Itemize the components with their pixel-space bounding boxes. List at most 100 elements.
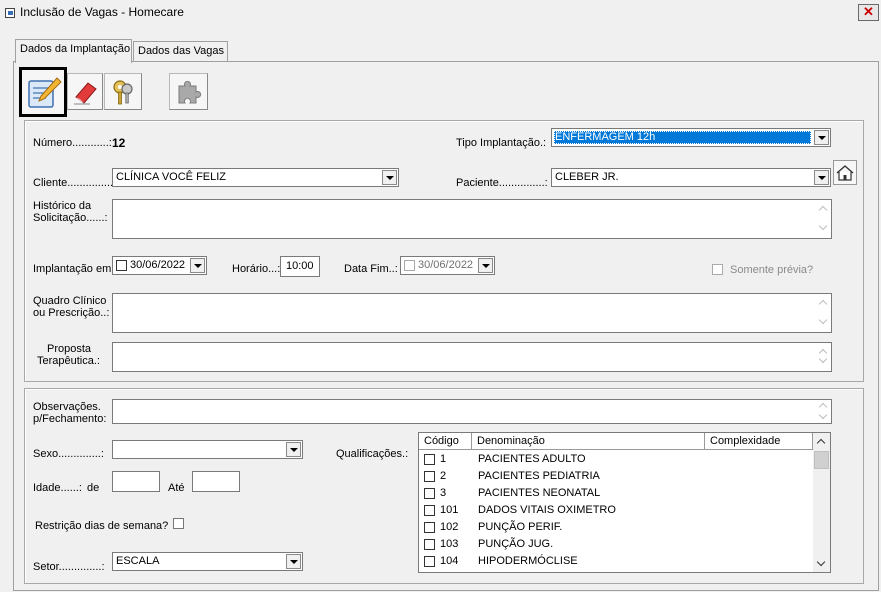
cliente-label: Cliente...............: <box>33 177 117 189</box>
memo-scrollbar[interactable] <box>815 343 831 371</box>
sexo-label: Sexo..............: <box>33 448 104 460</box>
edit-button[interactable] <box>19 67 67 117</box>
table-row[interactable]: 2 PACIENTES PEDIATRIA <box>419 468 813 485</box>
title-bar: Inclusão de Vagas - Homecare ✕ <box>0 0 881 26</box>
quadro-clinico-memo[interactable] <box>112 293 832 333</box>
numero-value: 12 <box>112 136 126 150</box>
observacoes-label-line2: p/Fechamento: <box>33 413 107 425</box>
implantacao-label: Implantação em: <box>33 263 115 275</box>
memo-scrollbar[interactable] <box>815 200 831 238</box>
setor-label: Setor..............: <box>33 561 105 573</box>
row-code: 1 <box>440 453 447 465</box>
tab-dados-implantacao[interactable]: Dados da Implantação <box>15 39 132 63</box>
scroll-thumb[interactable] <box>814 451 829 469</box>
table-row[interactable]: 3 PACIENTES NEONATAL <box>419 485 813 502</box>
row-checkbox[interactable] <box>424 539 435 550</box>
somente-previa-label: Somente prévia? <box>730 264 814 276</box>
implantacao-date-checkbox[interactable] <box>116 260 127 271</box>
qualificacoes-table[interactable]: Código Denominação Complexidade 1 PACIEN… <box>418 432 831 573</box>
setor-select[interactable]: ESCALA <box>112 552 303 571</box>
row-checkbox[interactable] <box>424 471 435 482</box>
chevron-up-icon[interactable] <box>816 438 826 448</box>
row-code: 3 <box>440 487 447 499</box>
quadro-label-line2: ou Prescrição..: <box>33 307 110 319</box>
row-code: 103 <box>440 538 459 550</box>
tipo-implantacao-label: Tipo Implantação.: <box>456 137 547 149</box>
row-code: 104 <box>440 555 459 567</box>
eraser-icon <box>74 82 97 105</box>
row-name: PACIENTES NEONATAL <box>478 487 601 499</box>
implantacao-date-value: 30/06/2022 <box>130 259 186 271</box>
column-header-denominacao[interactable]: Denominação <box>472 433 705 450</box>
idade-ate-label: Até <box>168 482 185 494</box>
row-name: PUNÇÃO PERIF. <box>478 521 563 533</box>
chevron-down-icon[interactable] <box>814 130 829 145</box>
data-fim-checkbox[interactable] <box>404 260 415 271</box>
horario-input[interactable]: 10:00 <box>280 256 320 277</box>
idade-label: Idade......: <box>33 482 82 494</box>
idade-de-input[interactable] <box>112 471 160 492</box>
column-header-codigo[interactable]: Código <box>419 433 472 450</box>
numero-label: Número............: <box>33 137 112 149</box>
restricao-label: Restrição dias de semana? <box>35 520 169 532</box>
observacoes-memo[interactable] <box>112 399 832 424</box>
chevron-down-icon[interactable] <box>286 442 301 457</box>
horario-value: 10:00 <box>286 260 314 272</box>
clear-button[interactable] <box>67 73 103 110</box>
idade-ate-input[interactable] <box>192 471 240 492</box>
chevron-down-icon[interactable] <box>286 554 301 569</box>
data-fim-label: Data Fim..: <box>344 263 398 275</box>
close-button[interactable]: ✕ <box>858 4 879 21</box>
implantacao-date-picker[interactable]: 30/06/2022 <box>112 256 207 275</box>
restricao-checkbox[interactable] <box>173 518 184 529</box>
row-checkbox[interactable] <box>424 522 435 533</box>
row-checkbox[interactable] <box>424 454 435 465</box>
setor-value: ESCALA <box>116 555 160 567</box>
historico-memo[interactable] <box>112 199 832 239</box>
paciente-value: CLEBER JR. <box>555 171 619 183</box>
observacoes-label-line1: Observações. <box>33 401 101 413</box>
row-checkbox[interactable] <box>424 505 435 516</box>
row-name: PACIENTES PEDIATRIA <box>478 470 600 482</box>
table-row[interactable]: 103 PUNÇÃO JUG. <box>419 536 813 553</box>
table-row[interactable]: 1 PACIENTES ADULTO <box>419 451 813 468</box>
tab-dados-vagas[interactable]: Dados das Vagas <box>133 41 228 62</box>
app-icon <box>5 8 15 18</box>
paciente-label: Paciente...............: <box>456 177 548 189</box>
puzzle-button[interactable] <box>169 73 208 110</box>
memo-scrollbar[interactable] <box>815 294 831 332</box>
home-button[interactable] <box>833 160 857 185</box>
row-name: HIPODERMÓCLISE <box>478 555 578 567</box>
chevron-down-icon[interactable] <box>382 170 397 185</box>
qualificacoes-label: Qualificações.: <box>336 448 409 460</box>
table-row[interactable]: 102 PUNÇÃO PERIF. <box>419 519 813 536</box>
historico-label-line1: Histórico da <box>33 200 92 212</box>
row-checkbox[interactable] <box>424 488 435 499</box>
proposta-terapeutica-memo[interactable] <box>112 342 832 372</box>
data-fim-date-picker[interactable]: 30/06/2022 <box>400 256 495 275</box>
sexo-select[interactable] <box>112 440 303 459</box>
table-scrollbar[interactable] <box>813 433 830 572</box>
idade-de-label: de <box>87 482 100 494</box>
proposta-label-line1: Proposta <box>47 343 92 355</box>
chevron-down-icon[interactable] <box>190 258 205 273</box>
data-fim-value: 30/06/2022 <box>418 259 474 271</box>
table-row[interactable]: 104 HIPODERMÓCLISE <box>419 553 813 570</box>
historico-label-line2: Solicitação......: <box>33 212 108 224</box>
chevron-down-icon[interactable] <box>478 258 493 273</box>
cliente-select[interactable]: CLÍNICA VOCÊ FELIZ <box>112 168 399 187</box>
chevron-down-icon[interactable] <box>816 557 826 567</box>
memo-scrollbar[interactable] <box>815 400 831 423</box>
keys-button[interactable] <box>104 73 142 110</box>
column-header-complexidade[interactable]: Complexidade <box>705 433 813 450</box>
tipo-implantacao-select[interactable]: ENFERMAGEM 12h <box>551 128 831 147</box>
paciente-select[interactable]: CLEBER JR. <box>551 168 831 187</box>
window-title: Inclusão de Vagas - Homecare <box>20 5 184 19</box>
somente-previa-checkbox[interactable] <box>712 264 723 275</box>
row-name: PACIENTES ADULTO <box>478 453 586 465</box>
row-checkbox[interactable] <box>424 556 435 567</box>
cliente-value: CLÍNICA VOCÊ FELIZ <box>116 171 227 183</box>
table-row[interactable]: 101 DADOS VITAIS OXIMETRO <box>419 502 813 519</box>
keys-icon <box>113 80 133 105</box>
chevron-down-icon[interactable] <box>814 170 829 185</box>
